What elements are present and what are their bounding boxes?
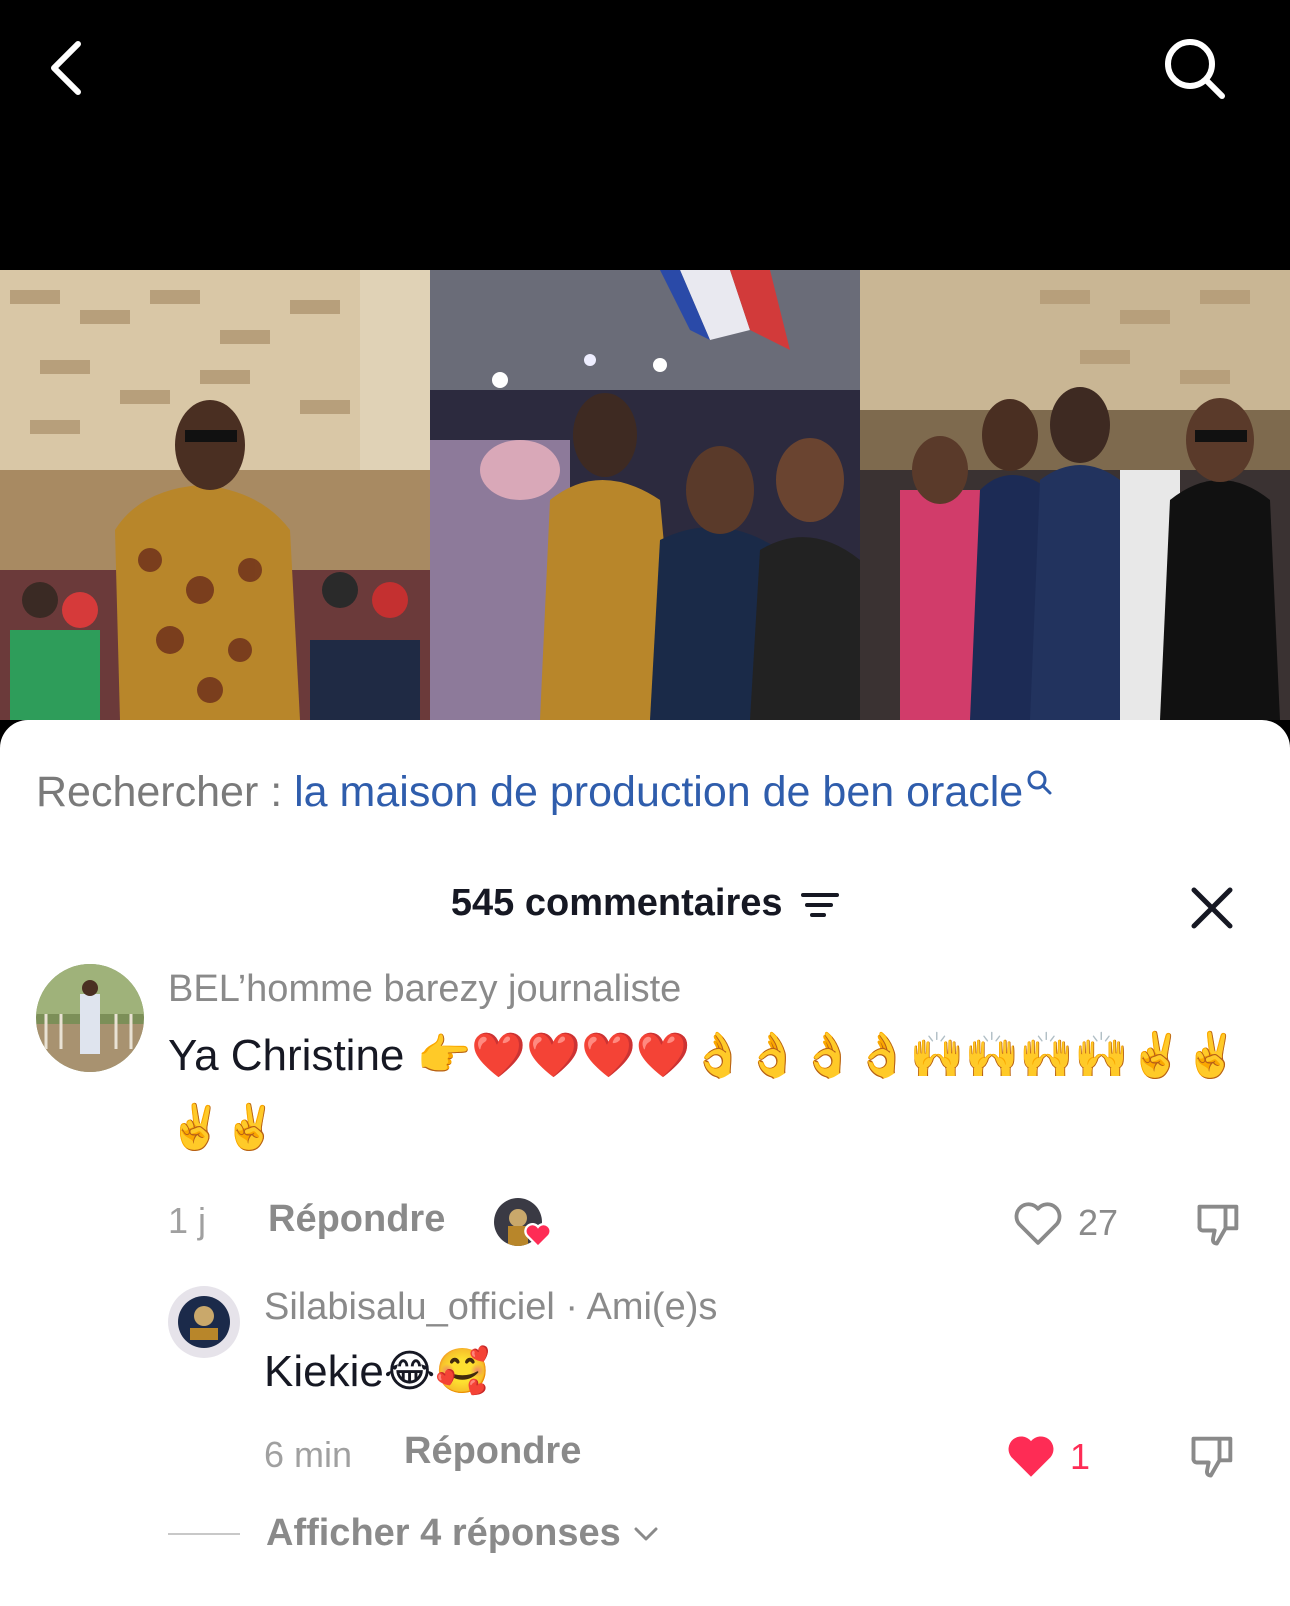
heart-outline-icon[interactable]	[1012, 1200, 1064, 1246]
search-suggestion-query[interactable]: la maison de production de ben oracle	[294, 768, 1023, 816]
view-more-replies[interactable]: Afficher 4 réponses	[168, 1512, 661, 1555]
photo-center	[430, 270, 860, 720]
dislike-icon[interactable]	[1192, 1198, 1246, 1250]
divider-line	[168, 1532, 240, 1535]
close-icon	[1191, 887, 1233, 929]
video-photo-strip[interactable]	[0, 270, 1290, 720]
comments-sheet: Rechercher : la maison de production de …	[0, 720, 1290, 1606]
reply-username[interactable]: Silabisalu_officiel · Ami(e)s	[264, 1286, 717, 1329]
search-suggestion[interactable]: Rechercher : la maison de production de …	[36, 768, 1053, 817]
chevron-down-icon	[634, 1527, 658, 1540]
reply-username-text[interactable]: Silabisalu_officiel	[264, 1286, 555, 1328]
photo-right	[860, 270, 1290, 720]
avatar[interactable]	[36, 964, 144, 1072]
heart-filled-icon[interactable]	[1004, 1432, 1058, 1480]
search-button[interactable]	[1160, 34, 1230, 104]
reply-text: Kiekie😂🥰	[264, 1347, 491, 1396]
reply-button[interactable]: Répondre	[404, 1430, 581, 1473]
chevron-left-icon	[51, 41, 81, 95]
back-button[interactable]	[40, 38, 100, 98]
comment-username[interactable]: BEL’homme barezy journaliste	[168, 968, 681, 1011]
search-icon	[1027, 770, 1052, 795]
sort-filter-icon[interactable]	[801, 889, 840, 921]
friend-tag: · Ami(e)s	[565, 1286, 718, 1328]
reply-button[interactable]: Répondre	[268, 1198, 445, 1241]
comments-header: 545 commentaires	[0, 882, 1290, 925]
photo-left	[0, 270, 430, 720]
comments-count: 545 commentaires	[450, 882, 783, 924]
top-bar	[0, 0, 1290, 270]
close-button[interactable]	[1188, 884, 1236, 932]
like-count: 27	[1078, 1202, 1119, 1243]
comment-timestamp: 1 j	[168, 1200, 207, 1241]
creator-liked-heart-icon	[524, 1222, 552, 1248]
search-icon	[1165, 39, 1225, 99]
search-suggestion-prefix: Rechercher :	[36, 768, 283, 816]
like-count: 1	[1070, 1436, 1091, 1477]
dislike-icon[interactable]	[1186, 1430, 1240, 1482]
reply-timestamp: 6 min	[264, 1434, 353, 1475]
comment-text: Ya Christine 👉❤️❤️❤️❤️👌👌👌👌🙌🙌🙌🙌✌️✌️✌️✌️	[168, 1031, 1239, 1152]
avatar[interactable]	[168, 1286, 240, 1358]
view-more-replies-label[interactable]: Afficher 4 réponses	[266, 1512, 621, 1555]
